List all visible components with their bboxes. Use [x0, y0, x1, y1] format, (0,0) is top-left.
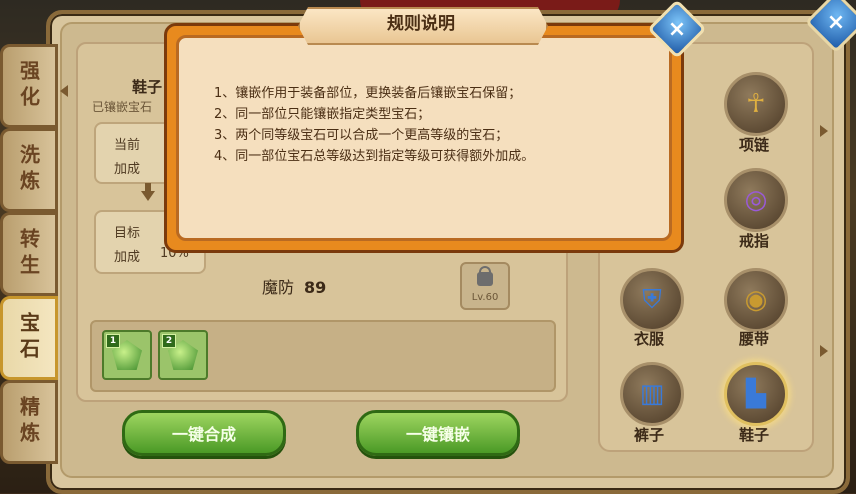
pants-label: 裤子	[633, 426, 664, 444]
rule-line-3: 3、两个同等级宝石可以合成一个更高等级的宝石；	[214, 128, 509, 143]
dialog-title: 规则说明	[387, 14, 455, 34]
belt-label: 腰带	[738, 330, 769, 348]
tab-label: 精炼	[16, 396, 41, 448]
armor-slot[interactable]: ⛨	[620, 268, 684, 332]
gem-item[interactable]: 1	[102, 330, 152, 380]
current-bonus-label: 加成	[114, 162, 141, 177]
lock-level: Lv.60	[471, 292, 499, 303]
inlay-all-button[interactable]: 一键镶嵌	[356, 410, 520, 456]
current-label: 当前	[114, 138, 141, 153]
ring-icon: ◎	[744, 185, 768, 215]
necklace-slot[interactable]: ☥	[724, 72, 788, 136]
magic-defense-value: 89	[304, 278, 327, 297]
belt-icon: ◉	[744, 285, 768, 315]
close-icon: ×	[667, 16, 687, 42]
tab-label: 强化	[16, 60, 41, 112]
target-bonus-label: 加成	[114, 250, 141, 265]
gem-level-badge: 1	[106, 334, 120, 348]
tab-label: 宝石	[16, 312, 41, 364]
gem-level-badge: 2	[162, 334, 176, 348]
tab-refine-wash[interactable]: 洗炼	[0, 128, 58, 212]
shoes-icon: ▙	[746, 379, 766, 409]
scroll-right-arrow-icon[interactable]	[820, 125, 828, 137]
scroll-right-arrow-icon[interactable]	[820, 345, 828, 357]
tab-label: 洗炼	[16, 144, 41, 196]
pants-slot[interactable]: ▥	[620, 362, 684, 426]
tab-strengthen[interactable]: 强化	[0, 44, 58, 128]
lock-icon	[477, 272, 493, 286]
tab-refine[interactable]: 精炼	[0, 380, 58, 464]
slot-title: 鞋子	[132, 78, 163, 96]
combine-all-button[interactable]: 一键合成	[122, 410, 286, 456]
magic-defense-stat: 魔防 89	[262, 274, 326, 298]
necklace-icon: ☥	[746, 89, 766, 119]
gem-item[interactable]: 2	[158, 330, 208, 380]
necklace-label: 项链	[738, 136, 769, 154]
armor-label: 衣服	[633, 330, 664, 348]
tab-rebirth[interactable]: 转生	[0, 212, 58, 296]
locked-gem-slot[interactable]: Lv.60	[460, 262, 510, 310]
tab-gem[interactable]: 宝石	[0, 296, 58, 380]
shoes-slot[interactable]: ▙	[724, 362, 788, 426]
rule-line-1: 1、镶嵌作用于装备部位，更换装备后镶嵌宝石保留；	[214, 86, 522, 101]
armor-icon: ⛨	[642, 284, 662, 315]
scroll-left-arrow-icon[interactable]	[60, 85, 68, 97]
ring-slot[interactable]: ◎	[724, 168, 788, 232]
belt-slot[interactable]: ◉	[724, 268, 788, 332]
rule-line-2: 2、同一部位只能镶嵌指定类型宝石；	[214, 107, 431, 122]
magic-defense-label: 魔防	[262, 278, 295, 297]
pants-icon: ▥	[639, 379, 665, 409]
close-icon: ×	[826, 9, 846, 35]
shoes-label: 鞋子	[738, 426, 769, 444]
target-label: 目标	[114, 226, 141, 241]
tab-label: 转生	[16, 228, 41, 280]
ring-label: 戒指	[738, 232, 769, 250]
slot-subtitle: 已镶嵌宝石	[92, 100, 153, 114]
arrow-down-icon-head	[141, 191, 155, 201]
rule-line-4: 4、同一部位宝石总等级达到指定等级可获得额外加成。	[214, 149, 535, 164]
